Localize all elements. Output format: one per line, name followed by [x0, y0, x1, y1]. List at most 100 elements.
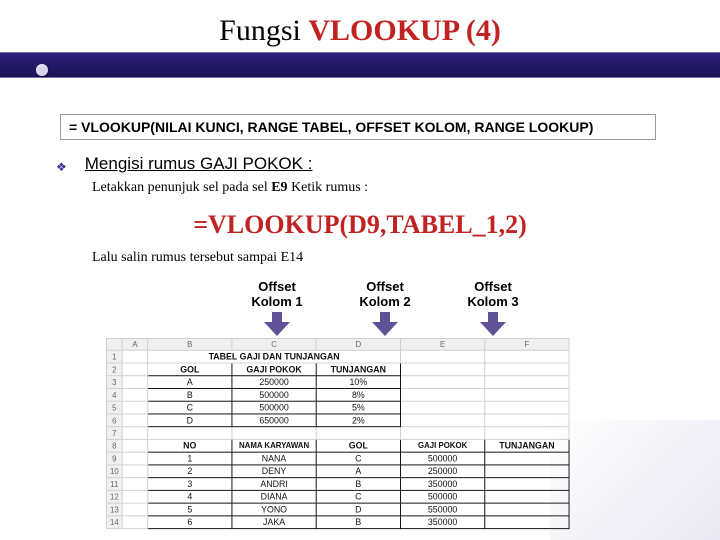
- table-row: 3 A 250000 10%: [106, 376, 569, 389]
- t2-h3: GAJI POKOK: [400, 439, 484, 452]
- cell: C: [316, 490, 400, 503]
- col-D: D: [316, 338, 400, 350]
- table-row: 11 3 ANDRI B 350000: [106, 478, 569, 491]
- syntax-text: = VLOOKUP(NILAI KUNCI, RANGE TABEL, OFFS…: [69, 119, 593, 135]
- cell: [485, 465, 569, 478]
- title-part1: Fungsi: [219, 14, 308, 47]
- col-B: B: [148, 338, 232, 350]
- instr-pre: Letakkan penunjuk sel pada sel: [92, 180, 271, 195]
- cell: 350000: [400, 516, 484, 529]
- cell: 10%: [316, 376, 400, 389]
- row-hdr: 14: [106, 516, 122, 529]
- cell: B: [148, 388, 232, 401]
- offset-label-1: Offset Kolom 1: [234, 280, 320, 310]
- cell: 6: [148, 516, 232, 529]
- cell: B: [316, 478, 400, 491]
- bullet-icon: ❖: [56, 160, 67, 175]
- instr-cell: E9: [271, 180, 287, 195]
- t2-h4: TUNJANGAN: [485, 439, 569, 452]
- table-row: 13 5 YONO D 550000: [106, 503, 569, 516]
- t1-h0: GOL: [148, 363, 232, 376]
- cell: JAKA: [232, 516, 316, 529]
- row-hdr: 13: [106, 503, 122, 516]
- table-row: 4 B 500000 8%: [106, 388, 569, 401]
- spreadsheet-table: A B C D E F 1 TABEL GAJI DAN TUNJANGAN 2…: [106, 338, 570, 529]
- row-hdr: 3: [106, 376, 122, 389]
- instr-post: Ketik rumus :: [288, 180, 369, 195]
- cell: C: [316, 452, 400, 465]
- col-E: E: [400, 338, 484, 350]
- syntax-box: = VLOOKUP(NILAI KUNCI, RANGE TABEL, OFFS…: [60, 114, 656, 140]
- cell: 1: [148, 452, 232, 465]
- title-part2: VLOOKUP (4): [308, 14, 501, 47]
- cell: 3: [148, 478, 232, 491]
- cell: DENY: [232, 465, 316, 478]
- cell: B: [316, 516, 400, 529]
- row-hdr: 10: [106, 465, 122, 478]
- row-hdr: 2: [106, 363, 122, 376]
- heading-text: Mengisi rumus GAJI POKOK :: [85, 154, 313, 174]
- cell: [485, 478, 569, 491]
- cell: D: [316, 503, 400, 516]
- corner-shade: [550, 420, 720, 540]
- copy-note: Lalu salin rumus tersebut sampai E14: [92, 250, 303, 266]
- table-title: TABEL GAJI DAN TUNJANGAN: [148, 350, 401, 363]
- cell: [485, 516, 569, 529]
- cell: C: [148, 401, 232, 414]
- instruction-line: Letakkan penunjuk sel pada sel E9 Ketik …: [92, 180, 368, 196]
- off1-l2: Kolom 1: [251, 294, 302, 309]
- cell: A: [316, 465, 400, 478]
- table-row: 6 D 650000 2%: [106, 414, 569, 427]
- cell: 500000: [400, 490, 484, 503]
- cell: 250000: [232, 376, 316, 389]
- table-row: 10 2 DENY A 250000: [106, 465, 569, 478]
- table-row: 7: [106, 427, 569, 440]
- cell: 500000: [232, 401, 316, 414]
- heading-row: ❖ Mengisi rumus GAJI POKOK :: [56, 154, 312, 174]
- off3-l1: Offset: [474, 279, 512, 294]
- table-row: 9 1 NANA C 500000: [106, 452, 569, 465]
- offset-labels: Offset Kolom 1 Offset Kolom 2 Offset Kol…: [234, 280, 536, 334]
- row-hdr: 6: [106, 414, 122, 427]
- t1-h2: TUNJANGAN: [316, 363, 400, 376]
- cell: 250000: [400, 465, 484, 478]
- row-hdr: 1: [106, 350, 122, 363]
- cell: NANA: [232, 452, 316, 465]
- row-hdr: 5: [106, 401, 122, 414]
- arrow-down-icon: [267, 312, 287, 334]
- cell: 650000: [232, 414, 316, 427]
- cell: D: [148, 414, 232, 427]
- cell: 5%: [316, 401, 400, 414]
- cell: 4: [148, 490, 232, 503]
- off2-l1: Offset: [366, 279, 404, 294]
- cell: [485, 490, 569, 503]
- cell: 350000: [400, 478, 484, 491]
- off1-l1: Offset: [258, 279, 296, 294]
- col-C: C: [232, 338, 316, 350]
- cell: [485, 503, 569, 516]
- col-A: A: [122, 338, 147, 350]
- formula-display: =VLOOKUP(D9,TABEL_1,2): [0, 210, 720, 240]
- cell: 8%: [316, 388, 400, 401]
- col-header-row: A B C D E F: [106, 338, 569, 350]
- table-row: 5 C 500000 5%: [106, 401, 569, 414]
- bullet-dot: [36, 64, 48, 76]
- table-row: 2 GOL GAJI POKOK TUNJANGAN: [106, 363, 569, 376]
- off2-l2: Kolom 2: [359, 294, 410, 309]
- cell: 550000: [400, 503, 484, 516]
- cell: 500000: [232, 388, 316, 401]
- offset-col-1: Offset Kolom 1: [234, 280, 320, 334]
- t2-h0: NO: [148, 439, 232, 452]
- row-hdr: 11: [106, 478, 122, 491]
- offset-label-2: Offset Kolom 2: [342, 280, 428, 310]
- row-hdr: 4: [106, 388, 122, 401]
- arrow-down-icon: [483, 312, 503, 334]
- off3-l2: Kolom 3: [467, 294, 518, 309]
- cell: [485, 452, 569, 465]
- t1-h1: GAJI POKOK: [232, 363, 316, 376]
- row-hdr: 7: [106, 427, 122, 440]
- table-row: 14 6 JAKA B 350000: [106, 516, 569, 529]
- col-F: F: [485, 338, 569, 350]
- cell: ANDRI: [232, 478, 316, 491]
- row-hdr: 9: [106, 452, 122, 465]
